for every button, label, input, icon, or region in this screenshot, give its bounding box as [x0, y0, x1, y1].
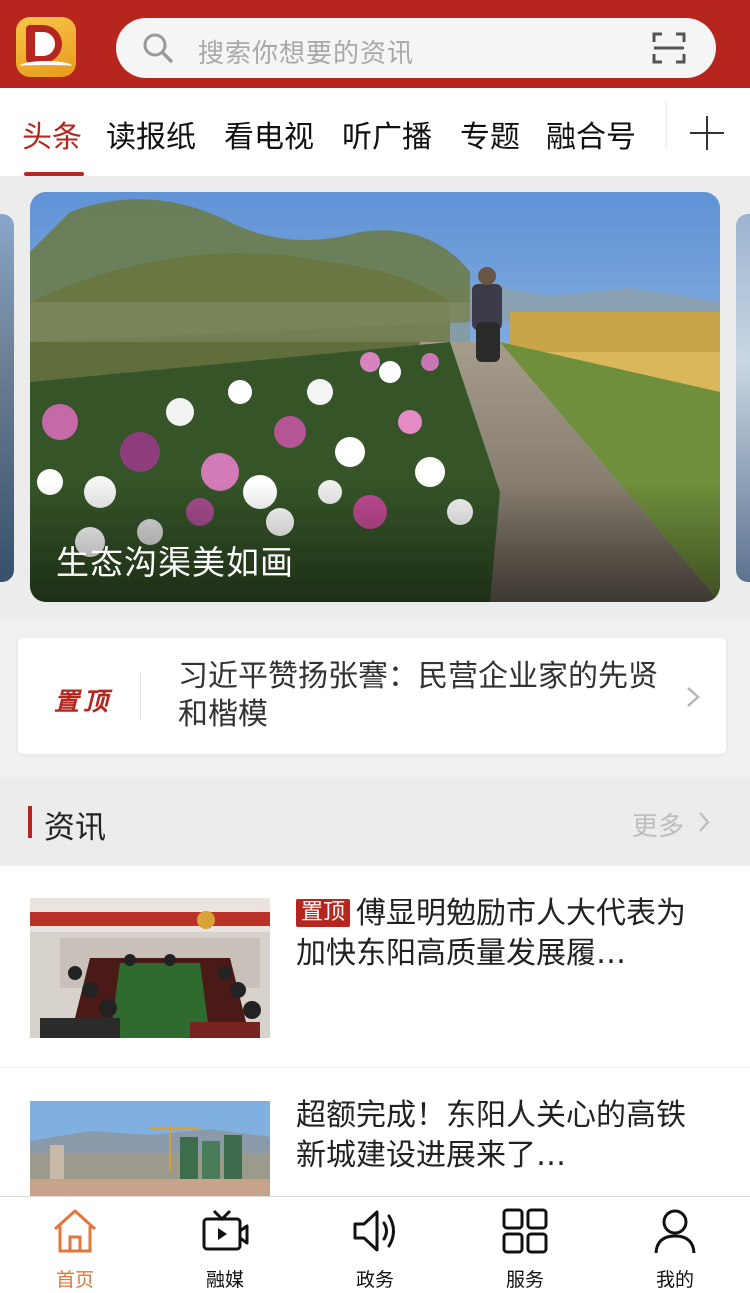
news-title[interactable]: 超额完成！东阳人关心的高铁新城建设进展来了… — [296, 1096, 706, 1176]
speaker-icon — [353, 1210, 395, 1252]
news-title[interactable]: 置顶 傅显明勉励市人大代表为加快东阳高质量发展履… — [296, 894, 706, 974]
search-icon — [143, 33, 173, 63]
list-divider — [0, 1067, 750, 1068]
media-tv-icon — [202, 1209, 249, 1251]
carousel-next-slide[interactable] — [736, 214, 750, 582]
nav-services[interactable]: 服务 — [450, 1197, 600, 1293]
more-link[interactable]: 更多 — [632, 806, 684, 843]
logo-letter-shape — [26, 25, 62, 63]
news-thumbnail — [30, 1101, 270, 1196]
user-icon — [654, 1209, 696, 1254]
bottom-navigation: 首页 融媒 政务 服务 我的 — [0, 1196, 750, 1293]
banner-slide[interactable]: 生态沟渠美如画 — [30, 192, 720, 602]
tab-radio[interactable]: 听广播 — [342, 112, 432, 156]
search-placeholder[interactable]: 搜索你想要的资讯 — [198, 33, 414, 70]
list-item[interactable]: 置顶 傅显明勉励市人大代表为加快东阳高质量发展履… — [0, 866, 750, 1066]
news-title-text[interactable]: 超额完成！东阳人关心的高铁新城建设进展来了… — [296, 1098, 686, 1173]
app-logo[interactable] — [16, 17, 76, 77]
nav-label: 首页 — [55, 1269, 94, 1291]
chevron-right-icon[interactable] — [698, 811, 710, 833]
nav-government[interactable]: 政务 — [300, 1197, 450, 1293]
tab-newspaper[interactable]: 读报纸 — [106, 112, 196, 156]
tab-headlines[interactable]: 头条 — [22, 112, 82, 156]
scan-icon[interactable] — [652, 32, 686, 64]
news-title-text[interactable]: 傅显明勉励市人大代表为加快东阳高质量发展履… — [296, 896, 686, 971]
pinned-divider — [140, 672, 141, 720]
grid-icon — [502, 1208, 548, 1254]
tab-topics[interactable]: 专题 — [460, 112, 520, 156]
channel-tabs: 头条 读报纸 看电视 听广播 专题 融合号 — [0, 88, 750, 176]
nav-label: 政务 — [355, 1269, 394, 1291]
tab-media-accounts[interactable]: 融合号 — [546, 112, 636, 156]
news-thumbnail — [30, 898, 270, 1038]
logo-swoosh — [20, 61, 72, 71]
search-bar[interactable]: 搜索你想要的资讯 — [116, 18, 716, 78]
nav-profile[interactable]: 我的 — [600, 1197, 750, 1293]
tab-tv[interactable]: 看电视 — [224, 112, 314, 156]
carousel-prev-slide[interactable] — [0, 214, 14, 582]
plus-icon[interactable] — [690, 116, 724, 150]
top-header: 搜索你想要的资讯 — [0, 0, 750, 88]
nav-label: 我的 — [655, 1269, 694, 1291]
home-icon — [53, 1209, 97, 1253]
nav-media[interactable]: 融媒 — [150, 1197, 300, 1293]
pinned-logo: 置顶 — [54, 687, 113, 716]
tabs-fade-divider — [665, 100, 669, 150]
nav-home[interactable]: 首页 — [0, 1197, 150, 1293]
chevron-right-icon — [687, 687, 700, 707]
pinned-headline-card[interactable]: 置顶 习近平赞扬张謇：民营企业家的先贤和楷模 — [18, 638, 726, 754]
pinned-badge: 置顶 — [296, 899, 351, 927]
section-title: 资讯 — [44, 810, 106, 846]
news-list: 置顶 傅显明勉励市人大代表为加快东阳高质量发展履… 超额完成！东阳人关心的高铁新城… — [0, 866, 750, 1196]
section-accent-mark — [28, 806, 32, 838]
nav-label: 融媒 — [205, 1269, 244, 1291]
banner-title[interactable]: 生态沟渠美如画 — [56, 536, 294, 584]
nav-label: 服务 — [505, 1269, 544, 1291]
pinned-headline[interactable]: 习近平赞扬张謇：民营企业家的先贤和楷模 — [178, 658, 668, 734]
